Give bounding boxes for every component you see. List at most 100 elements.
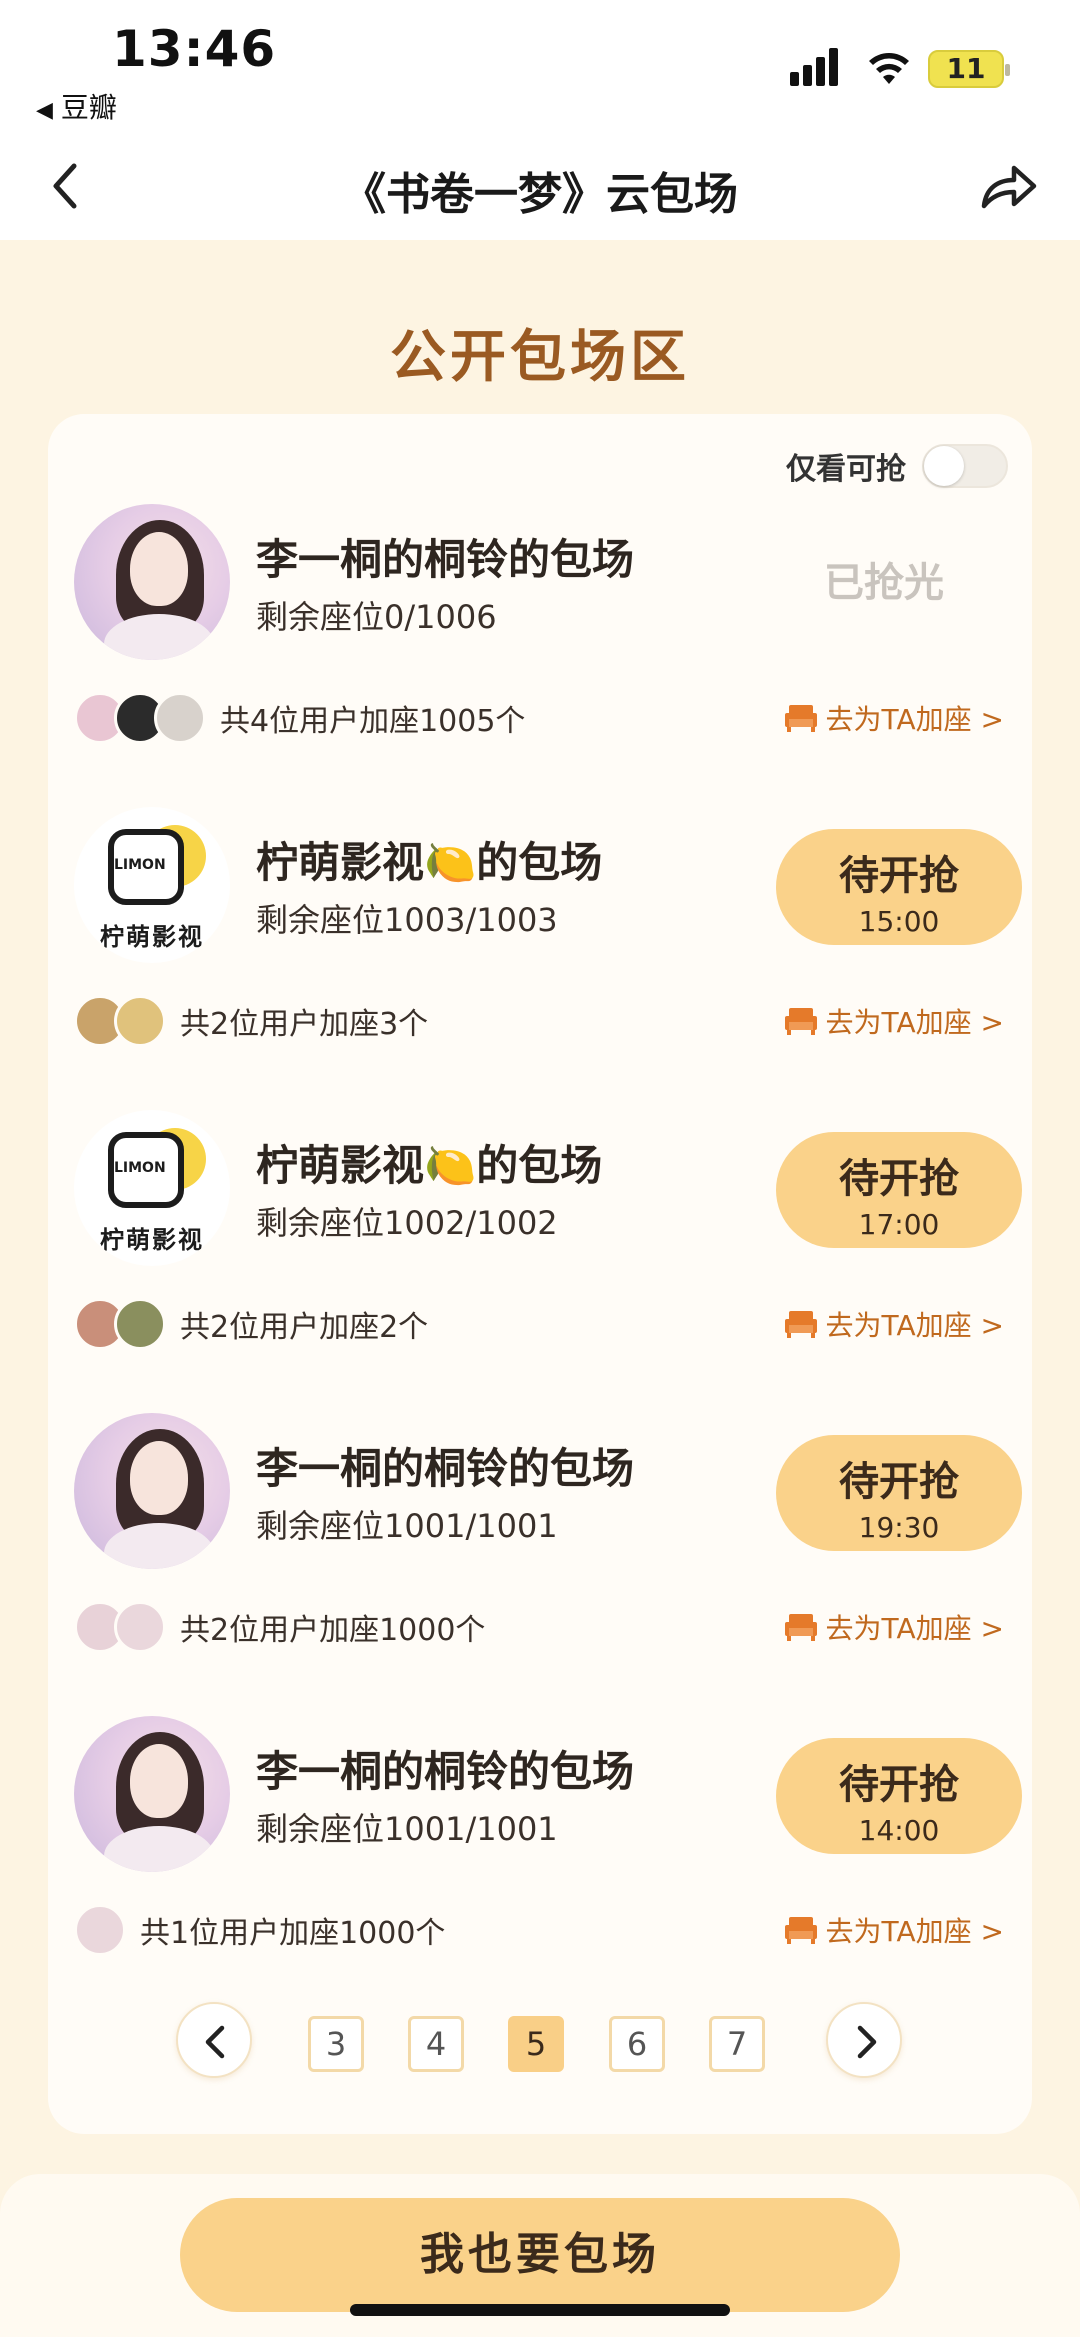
status-time: 13:46	[112, 20, 277, 78]
room-avatar	[74, 1716, 230, 1872]
add-seat-link[interactable]: 去为TA加座 >	[784, 1607, 1004, 1647]
filter-available-only[interactable]: 仅看可抢	[786, 444, 1008, 488]
portrait-body	[104, 1826, 214, 1872]
pagination: 3 4 5 6 7	[48, 2002, 1032, 2082]
add-seat-link[interactable]: 去为TA加座 >	[784, 698, 1004, 738]
joiner-avatar	[114, 1298, 166, 1350]
portrait-face	[130, 1744, 188, 1818]
filter-label: 仅看可抢	[786, 452, 906, 487]
next-page-button[interactable]	[826, 2002, 902, 2078]
joiners-row: 共2位用户加座2个	[74, 1296, 428, 1352]
room-seats: 剩余座位1001/1001	[256, 1810, 558, 1848]
grab-button-time: 19:30	[858, 1511, 940, 1544]
room-title: 李一桐的桐铃的包场	[256, 1747, 635, 1796]
room-title: 柠萌影视🍋的包场	[256, 838, 603, 887]
joiners-row: 共2位用户加座3个	[74, 993, 428, 1049]
joiners-text: 共1位用户加座1000个	[140, 1916, 446, 1951]
back-to-app-link[interactable]: ◀ 豆瓣	[36, 86, 117, 126]
room-title: 李一桐的桐铃的包场	[256, 1444, 635, 1493]
room-row[interactable]: LIMON 柠萌影视 柠萌影视🍋的包场 剩余座位1002/1002 待开抢 17…	[48, 1110, 1032, 1400]
joiners-text: 共4位用户加座1005个	[220, 704, 526, 739]
add-seat-link[interactable]: 去为TA加座 >	[784, 1304, 1004, 1344]
grab-seat-button[interactable]: 待开抢 19:30	[776, 1435, 1022, 1551]
add-seat-label: 去为TA加座 >	[825, 703, 1004, 736]
grab-button-label: 待开抢	[839, 853, 959, 899]
create-room-button[interactable]: 我也要包场	[180, 2198, 900, 2312]
toggle-knob	[924, 446, 964, 486]
room-avatar	[74, 504, 230, 660]
logo-wordmark: LIMON	[114, 1160, 166, 1176]
page-title: 《书卷一梦》云包场	[342, 169, 738, 220]
status-bar: 13:46 ◀ 豆瓣 11	[0, 0, 1080, 140]
add-seat-label: 去为TA加座 >	[825, 1309, 1004, 1342]
sofa-icon	[784, 1917, 817, 1944]
joiners-text: 共2位用户加座2个	[180, 1310, 429, 1345]
grab-button-label: 待开抢	[839, 1156, 959, 1202]
prev-page-button[interactable]	[176, 2002, 252, 2078]
logo-wordmark: LIMON	[114, 857, 166, 873]
room-row[interactable]: 李一桐的桐铃的包场 剩余座位0/1006 已抢光 共4位用户加座1005个 去为…	[48, 504, 1032, 794]
room-row[interactable]: 李一桐的桐铃的包场 剩余座位1001/1001 待开抢 14:00 共1位用户加…	[48, 1716, 1032, 2006]
sofa-icon	[784, 1008, 817, 1035]
chevron-right-icon	[857, 2025, 877, 2059]
logo-caption: 柠萌影视	[100, 1226, 204, 1254]
sofa-icon	[784, 1614, 817, 1641]
grab-button-label: 待开抢	[839, 1762, 959, 1808]
joiners-row: 共2位用户加座1000个	[74, 1599, 485, 1655]
sofa-icon	[784, 705, 817, 732]
add-seat-link[interactable]: 去为TA加座 >	[784, 1910, 1004, 1950]
add-seat-label: 去为TA加座 >	[825, 1915, 1004, 1948]
grab-seat-button[interactable]: 待开抢 17:00	[776, 1132, 1022, 1248]
joiner-avatar	[114, 1601, 166, 1653]
joiners-row: 共1位用户加座1000个	[74, 1902, 445, 1958]
add-seat-label: 去为TA加座 >	[825, 1612, 1004, 1645]
room-seats: 剩余座位0/1006	[256, 598, 497, 636]
section-title: 公开包场区	[390, 325, 690, 390]
room-avatar: LIMON 柠萌影视	[74, 1110, 230, 1266]
room-seats: 剩余座位1001/1001	[256, 1507, 558, 1545]
room-avatar	[74, 1413, 230, 1569]
share-icon[interactable]	[976, 156, 1040, 216]
logo-caption: 柠萌影视	[100, 923, 204, 951]
add-seat-link[interactable]: 去为TA加座 >	[784, 1001, 1004, 1041]
portrait-face	[130, 1441, 188, 1515]
add-seat-label: 去为TA加座 >	[825, 1006, 1004, 1039]
page-3[interactable]: 3	[308, 2016, 364, 2072]
portrait-body	[104, 1523, 214, 1569]
portrait-body	[104, 614, 214, 660]
page-4[interactable]: 4	[408, 2016, 464, 2072]
grab-button-label: 待开抢	[839, 1459, 959, 1505]
page-6[interactable]: 6	[609, 2016, 665, 2072]
room-avatar: LIMON 柠萌影视	[74, 807, 230, 963]
room-row[interactable]: LIMON 柠萌影视 柠萌影视🍋的包场 剩余座位1003/1003 待开抢 15…	[48, 807, 1032, 1097]
joiners-row: 共4位用户加座1005个	[74, 690, 525, 746]
joiners-text: 共2位用户加座1000个	[180, 1613, 486, 1648]
back-triangle-icon: ◀	[36, 98, 53, 123]
wifi-icon	[869, 53, 909, 84]
portrait-face	[130, 532, 188, 606]
joiner-avatar	[154, 692, 206, 744]
sold-out-status: 已抢光	[824, 560, 944, 606]
grab-button-time: 17:00	[858, 1208, 940, 1241]
grab-button-time: 15:00	[858, 905, 940, 938]
room-title: 李一桐的桐铃的包场	[256, 535, 635, 584]
joiner-avatar	[74, 1904, 126, 1956]
filter-toggle[interactable]	[922, 444, 1008, 488]
joiners-text: 共2位用户加座3个	[180, 1007, 429, 1042]
sofa-icon	[784, 1311, 817, 1338]
chevron-left-icon	[205, 2025, 225, 2059]
grab-button-time: 14:00	[858, 1814, 940, 1847]
room-seats: 剩余座位1003/1003	[256, 901, 558, 939]
joiner-avatar	[114, 995, 166, 1047]
home-indicator	[350, 2304, 730, 2316]
grab-seat-button[interactable]: 待开抢 15:00	[776, 829, 1022, 945]
room-list-card: 仅看可抢 李一桐的桐铃的包场 剩余座位0/1006 已抢光 共4位用户加座100…	[48, 414, 1032, 2134]
page-7[interactable]: 7	[709, 2016, 765, 2072]
grab-seat-button[interactable]: 待开抢 14:00	[776, 1738, 1022, 1854]
cellular-signal-icon	[790, 48, 842, 86]
room-seats: 剩余座位1002/1002	[256, 1204, 558, 1242]
room-row[interactable]: 李一桐的桐铃的包场 剩余座位1001/1001 待开抢 19:30 共2位用户加…	[48, 1413, 1032, 1703]
battery-icon: 11	[928, 50, 1010, 88]
page-5-current[interactable]: 5	[508, 2016, 564, 2072]
back-app-label: 豆瓣	[60, 91, 117, 124]
